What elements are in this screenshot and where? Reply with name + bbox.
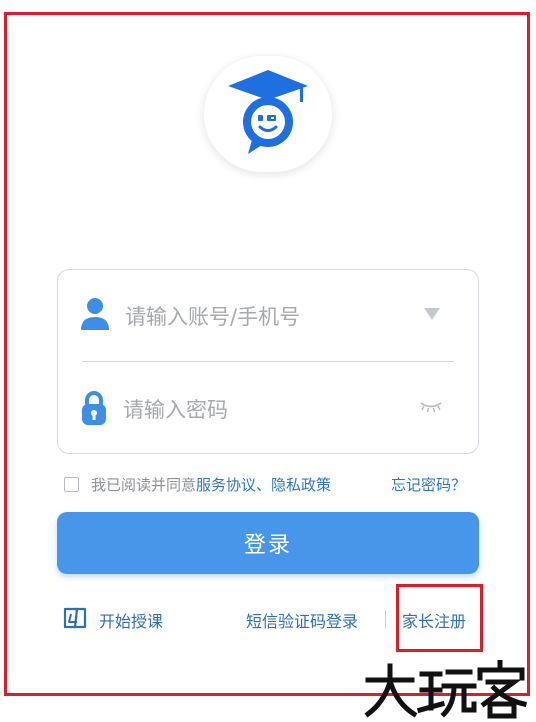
password-input[interactable] (123, 395, 393, 425)
watermark-logo (364, 660, 527, 719)
privacy-link[interactable]: 隐私政策 (271, 476, 331, 494)
link-separator (385, 610, 386, 628)
agreement-separator: 、 (256, 475, 272, 494)
triangle-down-icon[interactable] (424, 308, 440, 320)
annotation-highlight-box (396, 584, 483, 652)
lock-icon (82, 391, 106, 425)
login-button[interactable]: 登录 (57, 512, 479, 574)
agreement-prefix: 我已阅读并同意 (91, 475, 197, 494)
agreement-text: 我已阅读并同意服务协议、隐私政策 (91, 474, 331, 495)
sms-login-link[interactable]: 短信验证码登录 (246, 608, 358, 632)
agreement-row: 我已阅读并同意服务协议、隐私政策 (64, 472, 331, 496)
terms-link[interactable]: 服务协议 (196, 476, 256, 494)
teaching-screen-icon[interactable] (63, 606, 87, 630)
agreement-checkbox[interactable] (64, 476, 79, 492)
start-teaching-link[interactable]: 开始授课 (99, 608, 163, 632)
eye-closed-icon[interactable] (420, 401, 442, 413)
forgot-password-link[interactable]: 忘记密码？ (391, 474, 466, 495)
user-icon (81, 298, 109, 330)
field-divider (82, 361, 454, 362)
account-input[interactable] (125, 302, 395, 332)
app-logo-icon (228, 70, 308, 154)
